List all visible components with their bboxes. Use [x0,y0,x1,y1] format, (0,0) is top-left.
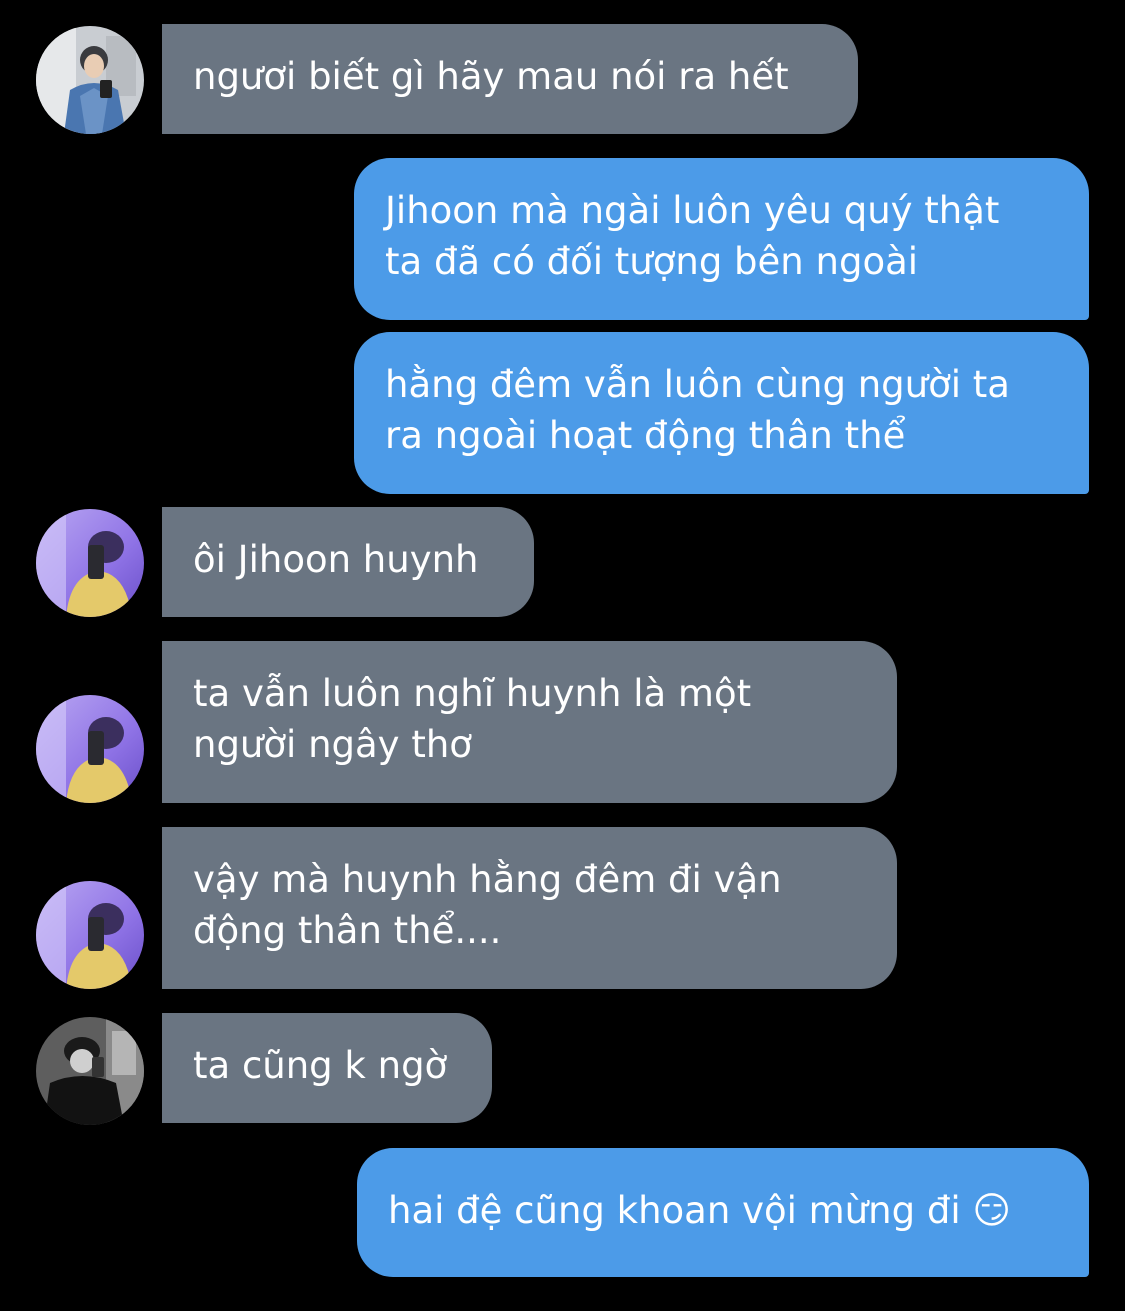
message-text: ta cũng k ngờ [193,1044,448,1087]
message-text: ta đã có đối tượng bên ngoài [385,240,919,283]
message-text: người ngây thơ [193,723,472,766]
message-text: ngươi biết gì hãy mau nói ra hết [193,55,789,98]
message-bubble-incoming[interactable]: ngươi biết gì hãy mau nói ra hết [162,24,858,134]
message-text: ôi Jihoon huynh [193,538,479,581]
message-bubble-incoming[interactable]: ta vẫn luôn nghĩ huynh là một người ngây… [162,641,897,803]
message-text: hai đệ cũng khoan vội mừng đi [388,1189,961,1232]
message-text: ta vẫn luôn nghĩ huynh là một [193,672,752,715]
avatar[interactable] [36,509,144,617]
avatar-purple-boy-icon [36,695,144,803]
message-line: hai đệ cũng khoan vội mừng đi 😏 [388,1185,1059,1236]
message-text: hằng đêm vẫn luôn cùng người ta [385,363,1010,406]
message-bubble-outgoing[interactable]: hai đệ cũng khoan vội mừng đi 😏 [357,1148,1089,1277]
message-bubble-incoming[interactable]: ta cũng k ngờ [162,1013,492,1123]
message-bubble-outgoing[interactable]: hằng đêm vẫn luôn cùng người ta ra ngoài… [354,332,1089,494]
avatar-gray-boy-icon [36,26,144,134]
message-text: vậy mà huynh hằng đêm đi vận [193,858,782,901]
message-bubble-incoming[interactable]: vậy mà huynh hằng đêm đi vận động thân t… [162,827,897,989]
smirk-emoji-icon: 😏 [972,1189,1011,1232]
avatar[interactable] [36,26,144,134]
avatar-bw-boy-icon [36,1017,144,1125]
avatar-purple-boy-icon [36,881,144,989]
message-text: Jihoon mà ngài luôn yêu quý thật [385,189,1000,232]
avatar[interactable] [36,881,144,989]
avatar[interactable] [36,695,144,803]
message-bubble-outgoing[interactable]: Jihoon mà ngài luôn yêu quý thật ta đã c… [354,158,1089,320]
message-bubble-incoming[interactable]: ôi Jihoon huynh [162,507,534,617]
avatar-purple-boy-icon [36,509,144,617]
message-text: ra ngoài hoạt động thân thể [385,414,906,457]
avatar[interactable] [36,1017,144,1125]
message-text: động thân thể.... [193,909,502,952]
